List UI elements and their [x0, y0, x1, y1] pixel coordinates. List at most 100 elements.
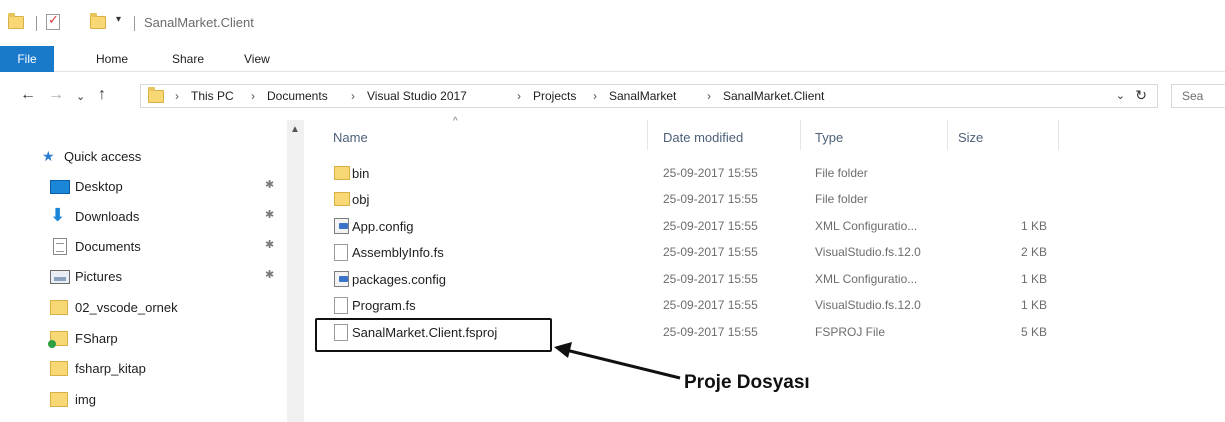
desktop-icon — [50, 180, 70, 194]
annotation-arrow-icon — [554, 342, 681, 380]
breadcrumb-separator-icon[interactable]: › — [593, 89, 597, 103]
breadcrumb-separator-icon[interactable]: › — [175, 89, 179, 103]
folder-icon — [50, 300, 68, 315]
star-icon: ★ — [42, 148, 55, 164]
file-size: 1 KB — [1020, 219, 1047, 233]
folder-icon[interactable] — [8, 13, 24, 29]
file-row-obj[interactable]: obj 25-09-2017 15:55 File folder — [305, 188, 1065, 210]
breadcrumb-documents[interactable]: Documents — [267, 89, 328, 103]
address-history-chevron-icon[interactable]: ⌄ — [1116, 89, 1125, 102]
file-date: 25-09-2017 15:55 — [663, 166, 758, 180]
quick-access-toolbar-dropdown-icon[interactable]: ▾ — [116, 14, 121, 25]
pin-icon[interactable]: ✱ — [265, 178, 274, 191]
properties-icon[interactable] — [46, 12, 60, 32]
recent-locations-chevron-icon[interactable]: ⌄ — [76, 89, 85, 105]
ribbon-tabs: File Home Share View — [0, 46, 1225, 72]
file-icon — [334, 297, 348, 314]
sort-ascending-icon: ^ — [453, 116, 458, 127]
file-size: 1 KB — [1020, 272, 1047, 286]
file-name: App.config — [352, 219, 414, 234]
breadcrumb-projects[interactable]: Projects — [533, 89, 576, 103]
tab-view[interactable]: View — [244, 46, 270, 72]
toolbar-separator — [36, 16, 37, 31]
nav-item-label: Downloads — [75, 209, 140, 224]
file-row-assemblyinfo[interactable]: AssemblyInfo.fs 25-09-2017 15:55 VisualS… — [305, 241, 1065, 263]
forward-arrow-icon[interactable]: → — [48, 87, 64, 103]
highlight-box — [315, 318, 552, 352]
file-date: 25-09-2017 15:55 — [663, 245, 758, 259]
nav-item-desktop[interactable]: Desktop ✱ — [35, 176, 283, 198]
column-header-date[interactable]: Date modified — [648, 120, 800, 150]
folder-icon — [50, 392, 68, 407]
file-name: AssemblyInfo.fs — [352, 245, 444, 260]
nav-item-pictures[interactable]: Pictures ✱ — [35, 266, 283, 288]
nav-item-label: fsharp_kitap — [75, 361, 146, 376]
nav-item-label: Pictures — [75, 269, 122, 284]
tab-home[interactable]: Home — [96, 46, 128, 72]
nav-item-img[interactable]: img — [35, 389, 283, 411]
column-divider[interactable] — [1058, 120, 1059, 150]
nav-item-fsharp[interactable]: FSharp — [35, 328, 283, 350]
nav-item-documents[interactable]: Documents ✱ — [35, 236, 283, 258]
column-header-label: Type — [815, 130, 844, 145]
annotation-label: Proje Dosyası — [684, 372, 810, 393]
file-row-bin[interactable]: bin 25-09-2017 15:55 File folder — [305, 162, 1065, 184]
address-bar[interactable]: › This PC › Documents › Visual Studio 20… — [140, 84, 1158, 108]
scroll-up-arrow-icon[interactable]: ▲ — [290, 124, 300, 135]
file-size: 2 KB — [1020, 245, 1047, 259]
file-date: 25-09-2017 15:55 — [663, 192, 758, 206]
file-type: VisualStudio.fs.12.0 — [815, 245, 921, 259]
pin-icon[interactable]: ✱ — [265, 238, 274, 251]
file-icon — [334, 244, 348, 261]
search-box[interactable]: Sea — [1171, 84, 1225, 108]
back-arrow-icon[interactable]: ← — [20, 87, 36, 103]
breadcrumb-separator-icon[interactable]: › — [707, 89, 711, 103]
breadcrumb-separator-icon[interactable]: › — [517, 89, 521, 103]
config-file-icon — [334, 218, 349, 234]
column-header-name[interactable]: Name ^ — [305, 116, 647, 150]
file-type: File folder — [815, 192, 868, 206]
column-header-size[interactable]: Size — [948, 120, 1058, 150]
file-row-app-config[interactable]: App.config 25-09-2017 15:55 XML Configur… — [305, 215, 1065, 237]
refresh-icon[interactable]: ↻ — [1135, 87, 1147, 104]
file-name: obj — [352, 192, 370, 207]
column-header-label: Name — [333, 130, 368, 145]
folder-icon — [334, 192, 350, 206]
file-type: XML Configuratio... — [815, 219, 918, 233]
pin-icon[interactable]: ✱ — [265, 268, 274, 281]
config-file-icon — [334, 271, 349, 287]
nav-item-label: 02_vscode_ornek — [75, 300, 178, 315]
column-header-type[interactable]: Type — [801, 120, 947, 150]
breadcrumb-separator-icon[interactable]: › — [351, 89, 355, 103]
breadcrumb-visual-studio-2017[interactable]: Visual Studio 2017 — [367, 89, 467, 103]
nav-item-02-vscode-ornek[interactable]: 02_vscode_ornek — [35, 297, 283, 319]
breadcrumb-this-pc[interactable]: This PC — [191, 89, 234, 103]
nav-item-fsharp-kitap[interactable]: fsharp_kitap — [35, 358, 283, 380]
breadcrumb-sanalmarket[interactable]: SanalMarket — [609, 89, 676, 103]
file-date: 25-09-2017 15:55 — [663, 272, 758, 286]
download-icon: ⬇ — [50, 205, 66, 225]
folder-icon — [148, 87, 164, 103]
window-title: SanalMarket.Client — [144, 15, 254, 30]
new-folder-icon[interactable] — [90, 13, 106, 29]
file-row-program-fs[interactable]: Program.fs 25-09-2017 15:55 VisualStudio… — [305, 294, 1065, 316]
nav-item-downloads[interactable]: ⬇ Downloads ✱ — [35, 206, 283, 228]
file-name: Program.fs — [352, 298, 416, 313]
folder-sync-icon — [48, 331, 68, 348]
file-date: 25-09-2017 15:55 — [663, 219, 758, 233]
breadcrumb-sanalmarket-client[interactable]: SanalMarket.Client — [723, 89, 824, 103]
pin-icon[interactable]: ✱ — [265, 208, 274, 221]
column-header-label: Date modified — [663, 130, 744, 145]
file-type: VisualStudio.fs.12.0 — [815, 298, 921, 312]
nav-item-label: Documents — [75, 239, 141, 254]
documents-icon — [53, 238, 67, 255]
file-row-packages-config[interactable]: packages.config 25-09-2017 15:55 XML Con… — [305, 268, 1065, 290]
tab-file[interactable]: File — [0, 46, 54, 72]
breadcrumb-separator-icon[interactable]: › — [251, 89, 255, 103]
navigation-pane-scrollbar[interactable] — [287, 120, 304, 422]
up-arrow-icon[interactable]: ↑ — [98, 87, 106, 103]
tab-share[interactable]: Share — [172, 46, 204, 72]
column-header-label: Size — [958, 130, 984, 145]
nav-item-label: img — [75, 392, 96, 407]
toolbar-separator — [134, 16, 135, 31]
